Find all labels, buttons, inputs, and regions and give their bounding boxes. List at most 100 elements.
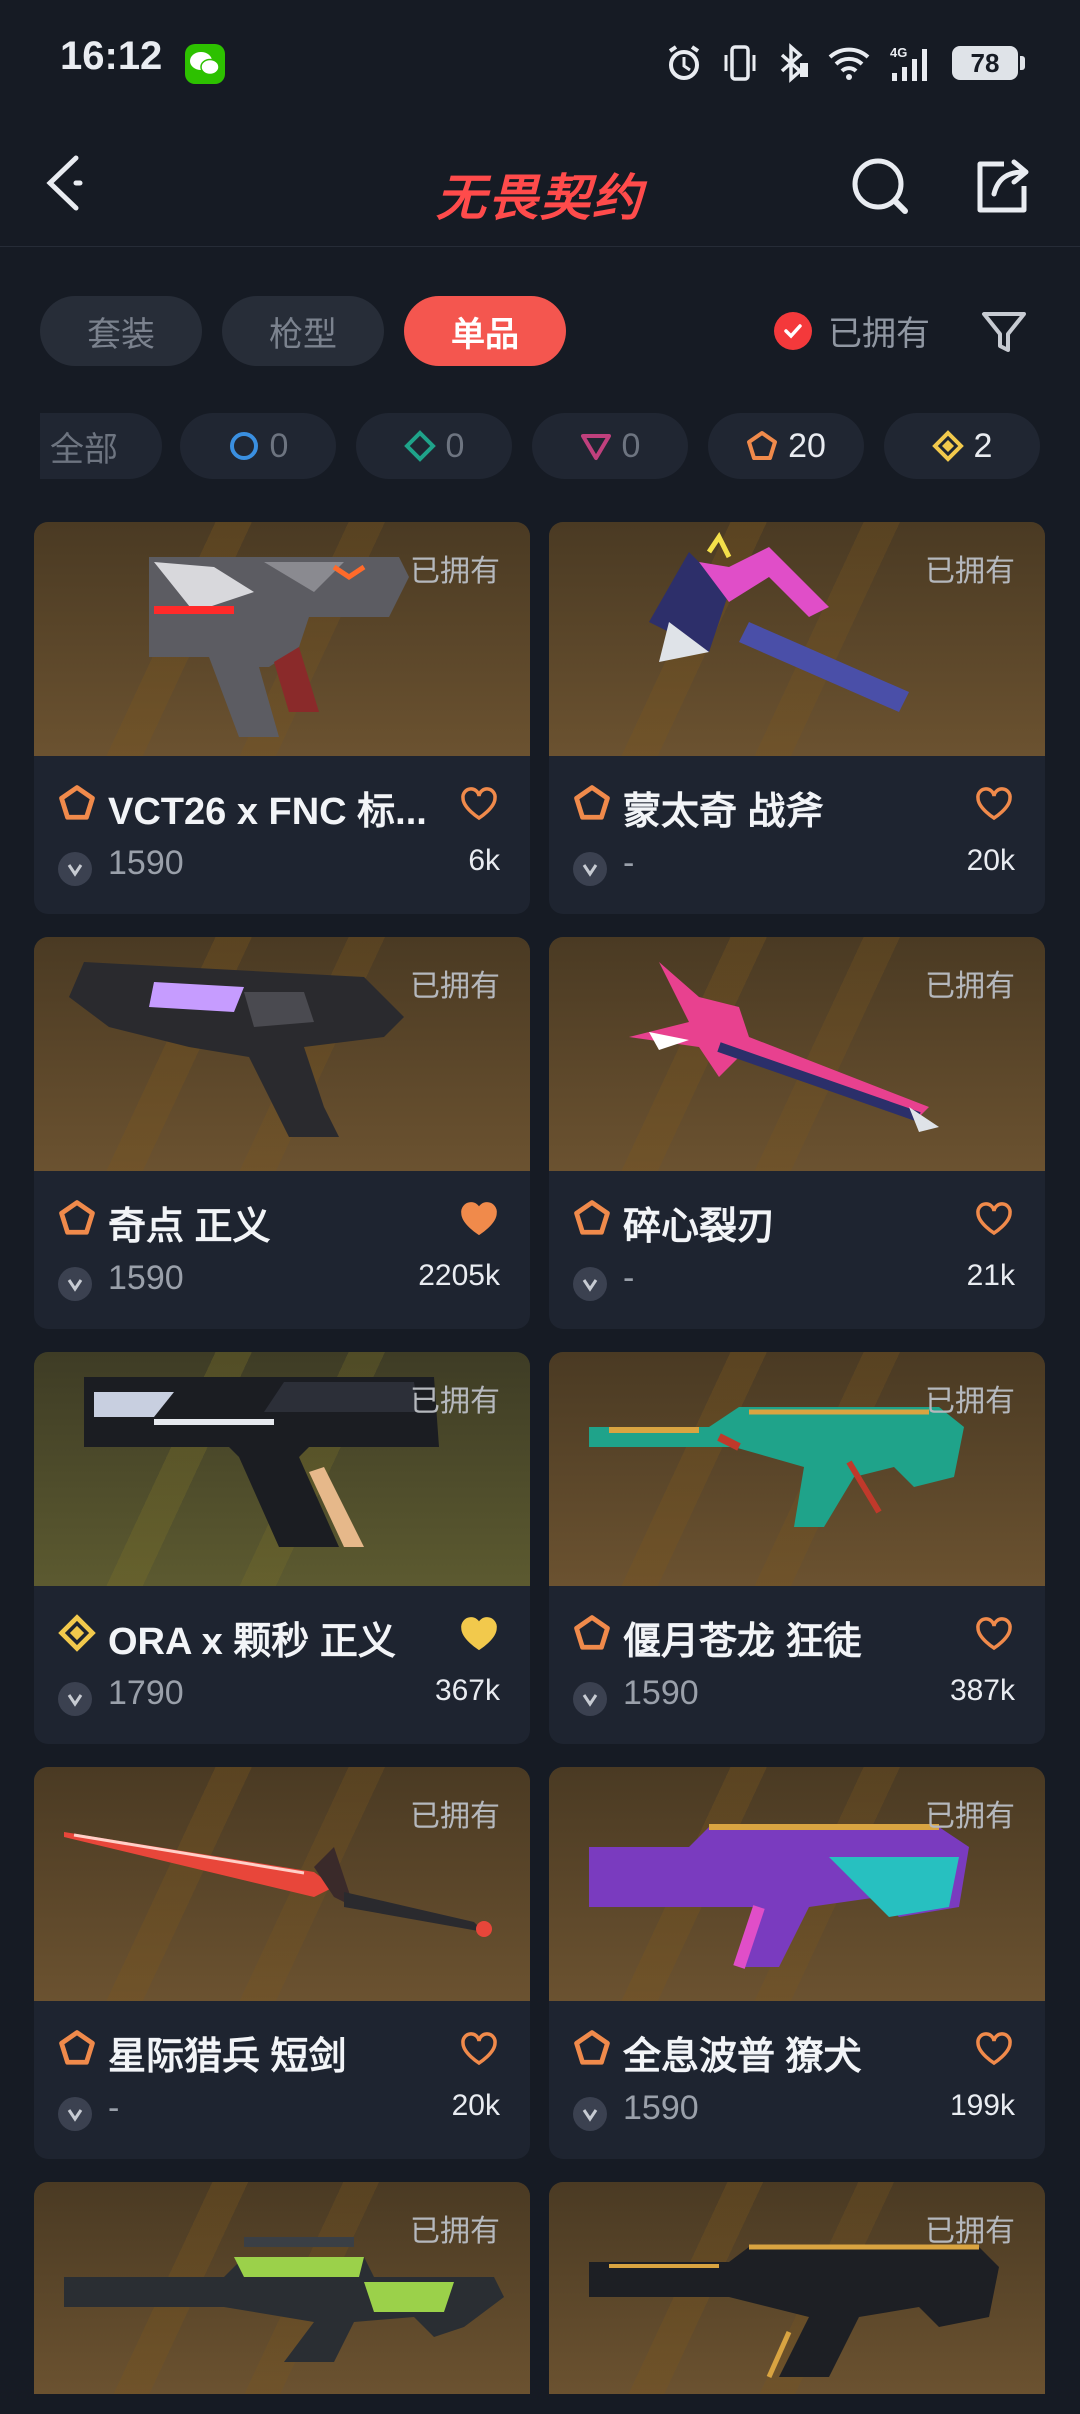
item-name: 偃月苍龙 狂徒: [623, 1621, 862, 1663]
item-price: 1590: [108, 844, 184, 882]
vibrate-icon: [724, 45, 756, 81]
like-count: 387k: [949, 1674, 1015, 1707]
status-icons: 4G 78: [664, 40, 1025, 86]
heart-outline-icon[interactable]: [975, 786, 1013, 822]
item-name: 碎心裂刃: [623, 1206, 776, 1248]
chip-select-tier[interactable]: 0: [180, 413, 336, 479]
item-card[interactable]: 已拥有 全息波普 獠犬 1590 199k: [549, 1767, 1045, 2159]
item-price: -: [623, 844, 635, 882]
category-tabs: 套装 枪型 单品: [40, 296, 566, 366]
wechat-icon: [185, 44, 225, 84]
chip-count: 20: [788, 426, 826, 465]
select-tier-icon: [229, 432, 258, 460]
owned-label: 已拥有: [925, 2215, 1015, 2248]
vp-currency-icon: [573, 852, 607, 886]
like-count: 20k: [966, 844, 1015, 877]
owned-label: 已拥有: [925, 555, 1015, 588]
vp-currency-icon: [58, 2097, 92, 2131]
item-price: 1590: [108, 1259, 184, 1297]
heart-outline-icon[interactable]: [975, 2031, 1013, 2067]
like-count: 21k: [966, 1259, 1015, 1292]
owned-label: 已拥有: [410, 2215, 500, 2248]
owned-label: 已拥有: [925, 1385, 1015, 1418]
search-icon[interactable]: [850, 154, 914, 218]
vp-currency-icon: [58, 1682, 92, 1716]
chip-deluxe-tier[interactable]: 0: [356, 413, 512, 479]
svg-text:4G: 4G: [890, 45, 907, 60]
item-price: -: [108, 2089, 120, 2127]
heart-filled-icon[interactable]: [460, 1201, 498, 1237]
item-card[interactable]: 已拥有 奇点 正义 1590 2205k: [34, 937, 530, 1329]
owned-label: 已拥有: [410, 555, 500, 588]
heart-filled-icon[interactable]: [460, 1616, 498, 1652]
chip-ultra-tier[interactable]: 2: [884, 413, 1040, 479]
share-icon[interactable]: [970, 154, 1034, 218]
owned-label: 已拥有: [925, 970, 1015, 1003]
exclusive-tier-icon: [574, 1200, 610, 1235]
top-app-bar: 无畏契约: [0, 120, 1080, 247]
chip-exclusive-tier[interactable]: 20: [708, 413, 864, 479]
tab-weapon-types[interactable]: 枪型: [222, 296, 384, 366]
tab-single-items[interactable]: 单品: [404, 296, 566, 366]
item-name: 星际猎兵 短剑: [108, 2036, 347, 2078]
alarm-icon: [668, 45, 700, 80]
heart-outline-icon[interactable]: [460, 786, 498, 822]
premium-tier-icon: [580, 434, 611, 460]
ultra-tier-icon: [931, 430, 964, 462]
item-name: ORA x 颗秒 正义: [108, 1621, 396, 1663]
owned-label: 已拥有: [410, 1385, 500, 1418]
item-price: 1790: [108, 1674, 184, 1712]
owned-filter-label: 已拥有: [828, 315, 930, 353]
chip-premium-tier[interactable]: 0: [532, 413, 688, 479]
bluetooth-icon: [780, 43, 808, 83]
item-card[interactable]: 已拥有 VCT26 x FNC 标... 1590 6k: [34, 522, 530, 914]
heart-outline-icon[interactable]: [460, 2031, 498, 2067]
chip-count: 0: [269, 426, 289, 465]
exclusive-tier-icon: [59, 1200, 95, 1235]
item-name: 全息波普 獠犬: [623, 2036, 862, 2078]
exclusive-tier-icon: [59, 785, 95, 820]
deluxe-tier-icon: [403, 430, 436, 462]
item-card[interactable]: 已拥有 蒙太奇 战斧 - 20k: [549, 522, 1045, 914]
item-price: 1590: [623, 1674, 699, 1712]
item-card[interactable]: 已拥有 碎心裂刃 - 21k: [549, 937, 1045, 1329]
tab-bundles[interactable]: 套装: [40, 296, 202, 366]
signal-4g-icon: 4G: [890, 45, 927, 81]
exclusive-tier-icon: [574, 2030, 610, 2065]
like-count: 367k: [434, 1674, 500, 1707]
like-count: 20k: [451, 2089, 500, 2122]
owned-label: 已拥有: [410, 1800, 500, 1833]
heart-outline-icon[interactable]: [975, 1201, 1013, 1237]
chip-count: 2: [973, 426, 993, 465]
item-price: 1590: [623, 2089, 699, 2127]
page-title: 无畏契约: [436, 170, 644, 226]
like-count: 199k: [949, 2089, 1015, 2122]
item-card[interactable]: 已拥有 星际猎兵 短剑 - 20k: [34, 1767, 530, 2159]
owned-label: 已拥有: [925, 1800, 1015, 1833]
heart-outline-icon[interactable]: [975, 1616, 1013, 1652]
exclusive-tier-icon: [747, 431, 778, 460]
chip-label: 全部: [50, 430, 118, 469]
vp-currency-icon: [573, 2097, 607, 2131]
exclusive-tier-icon: [59, 2030, 95, 2065]
chip-all[interactable]: 全部: [40, 413, 162, 479]
item-name: VCT26 x FNC 标...: [108, 791, 427, 833]
status-bar: 16:12 4G 78: [0, 0, 1080, 120]
owned-label: 已拥有: [410, 970, 500, 1003]
like-count: 6k: [468, 844, 500, 877]
exclusive-tier-icon: [574, 1615, 610, 1650]
item-card[interactable]: 已拥有 偃月苍龙 狂徒 1590 387k: [549, 1352, 1045, 1744]
item-card[interactable]: 已拥有 ORA x 颗秒 正义 1790 367k: [34, 1352, 530, 1744]
item-card[interactable]: 已拥有: [34, 2182, 530, 2394]
checkmark-icon: [774, 311, 812, 350]
owned-filter-toggle[interactable]: 已拥有: [774, 306, 930, 355]
item-name: 蒙太奇 战斧: [623, 791, 824, 833]
wifi-icon: [828, 47, 870, 80]
chip-count: 0: [445, 426, 465, 465]
filter-funnel-icon[interactable]: [978, 306, 1030, 358]
item-card[interactable]: 已拥有: [549, 2182, 1045, 2394]
vp-currency-icon: [573, 1682, 607, 1716]
ultra-tier-icon: [58, 1614, 96, 1652]
item-name: 奇点 正义: [108, 1206, 271, 1248]
like-count: 2205k: [418, 1259, 500, 1292]
